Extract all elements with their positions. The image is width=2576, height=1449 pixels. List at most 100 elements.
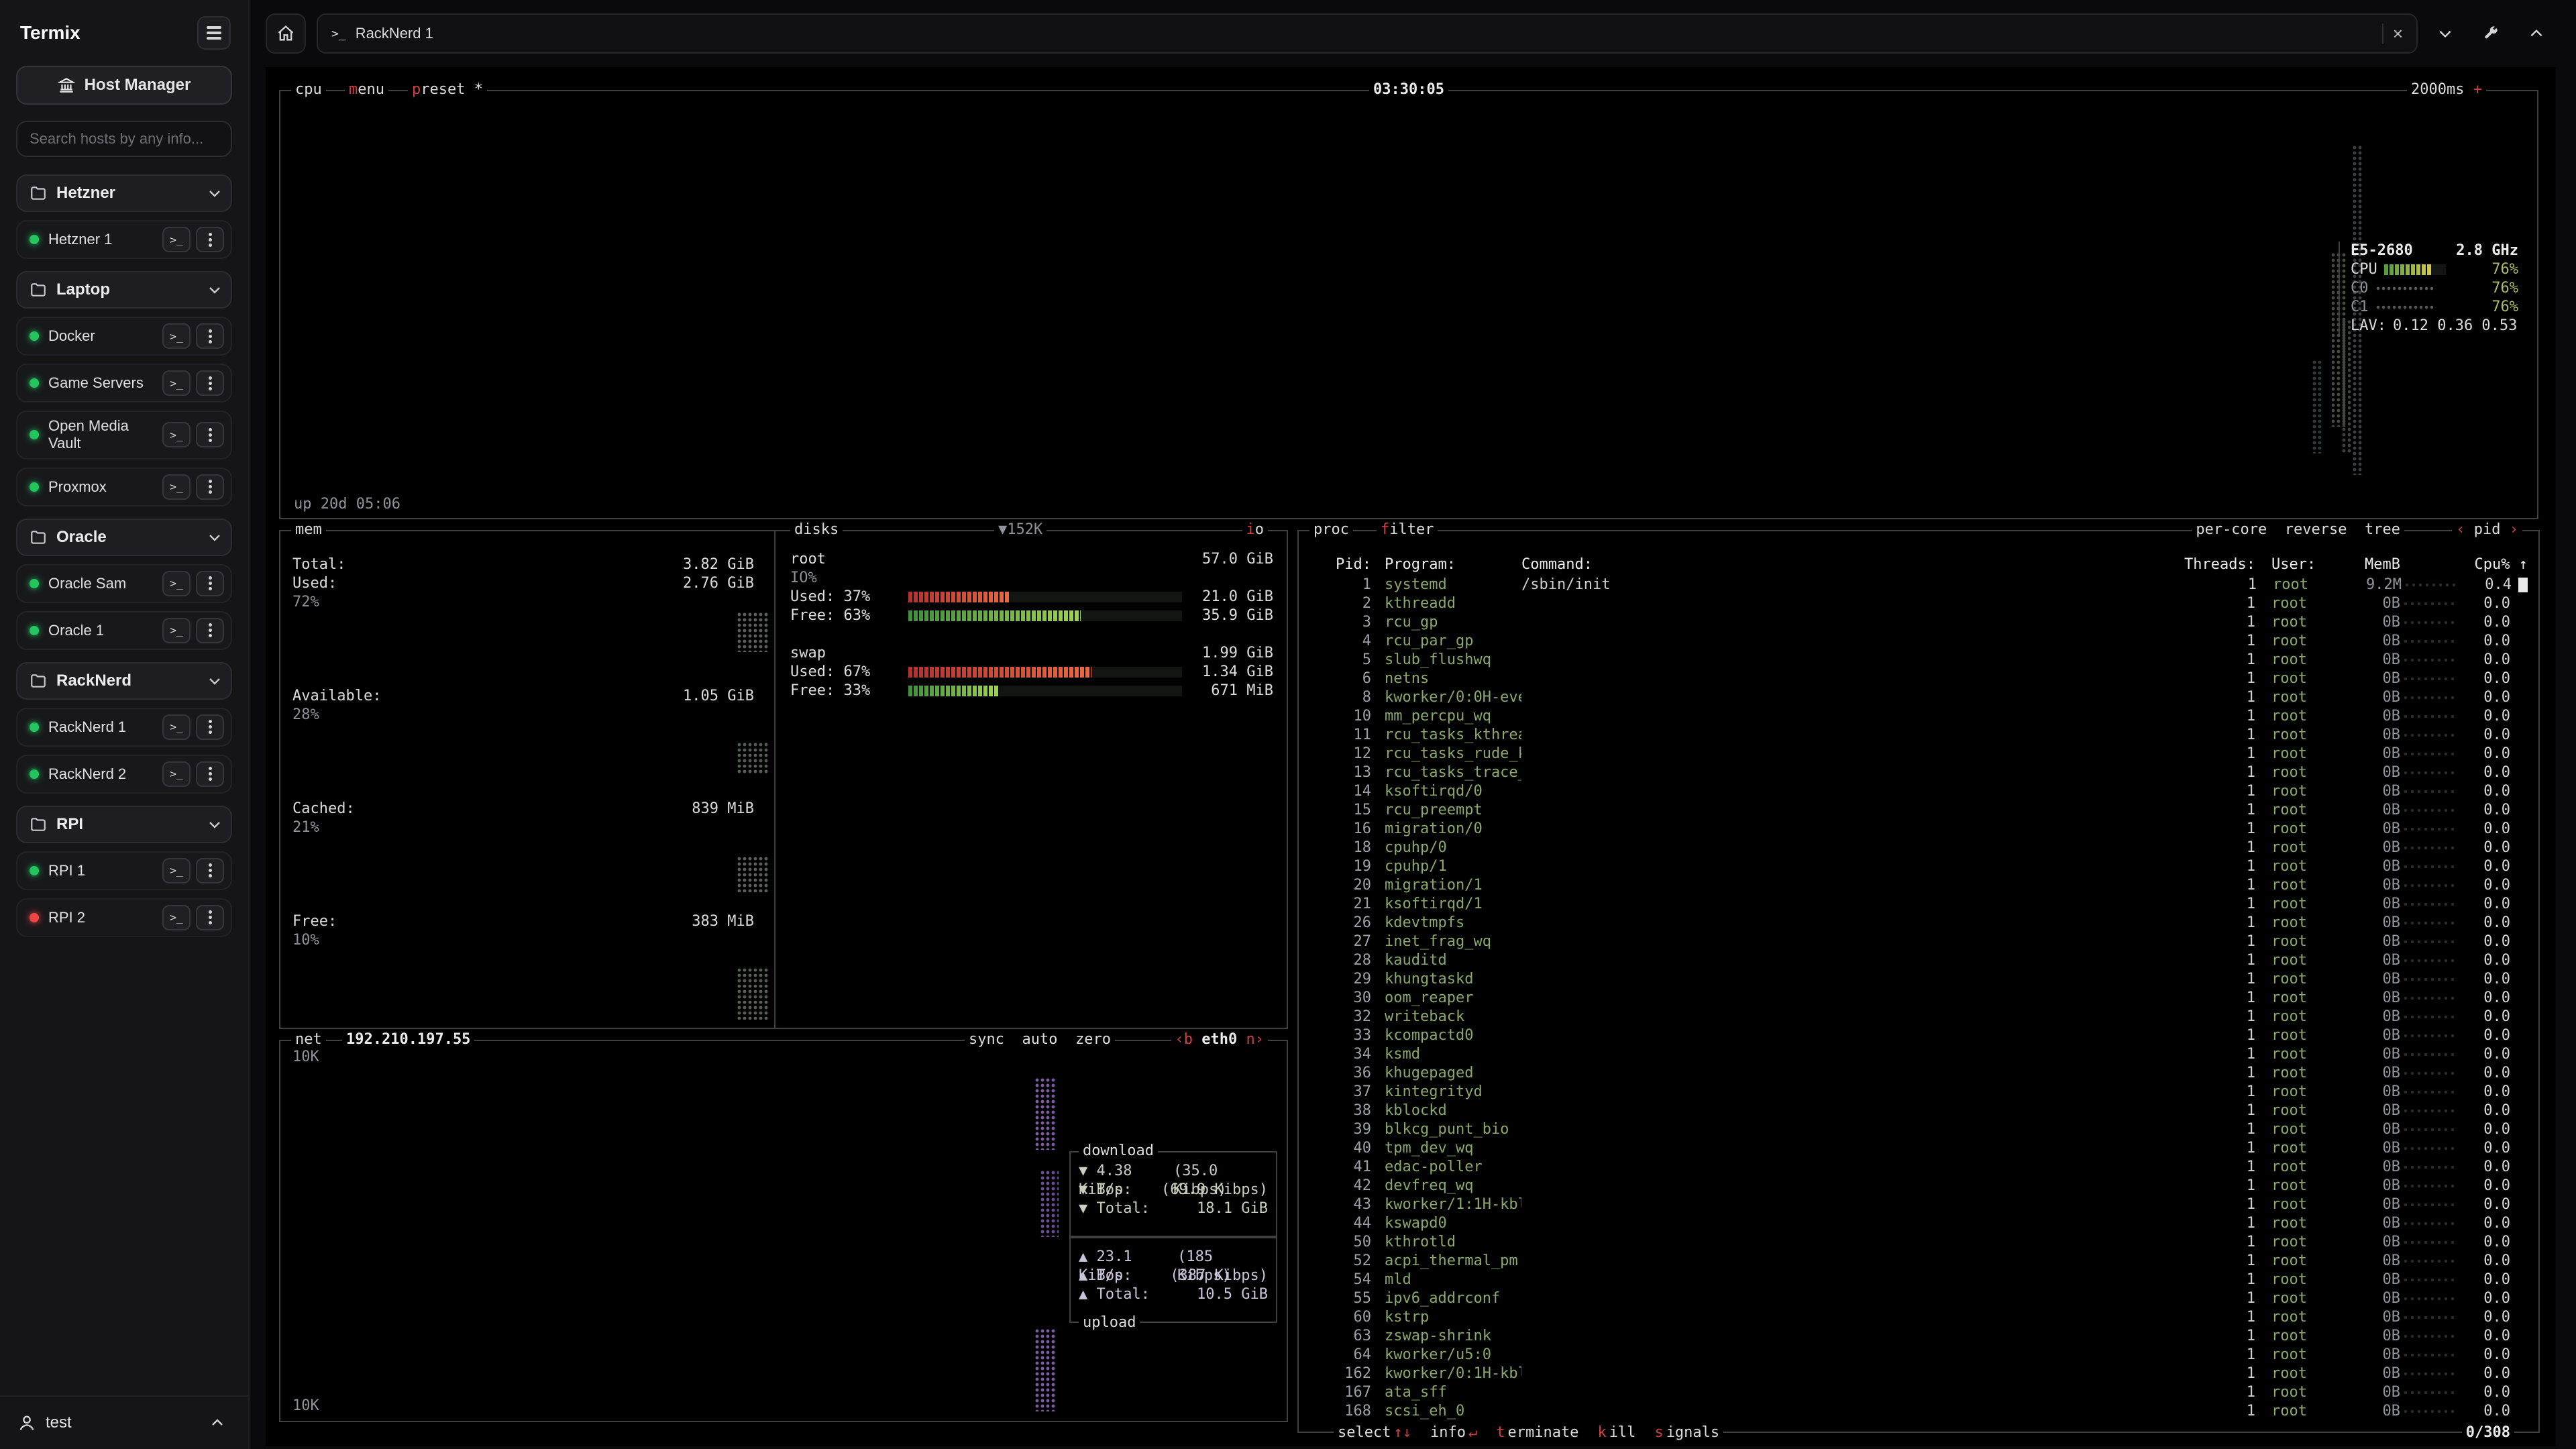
proc-row[interactable]: 6netns1root0B0.0 <box>1309 669 2528 688</box>
terminal[interactable]: cpu menu preset * 03:30:05 2000ms + E5-2… <box>266 67 2556 1446</box>
tree-button[interactable]: tree <box>2365 521 2400 538</box>
proc-row[interactable]: 39blkcg_punt_bio1root0B0.0 <box>1309 1120 2528 1139</box>
proc-row[interactable]: 43kworker/1:1H-kbl1root0B0.0 <box>1309 1195 2528 1214</box>
proc-row[interactable]: 38kblockd1root0B0.0 <box>1309 1102 2528 1120</box>
net-interface-selector[interactable]: ‹b eth0 n› <box>1171 1030 1268 1049</box>
host-terminal-button[interactable]: >_ <box>162 370 191 396</box>
proc-row[interactable]: 52acpi_thermal_pm1root0B0.0 <box>1309 1252 2528 1271</box>
proc-row[interactable]: 27inet_frag_wq1root0B0.0 <box>1309 932 2528 951</box>
interval-increase-button[interactable]: + <box>2473 81 2482 98</box>
proc-row[interactable]: 3rcu_gp1root0B0.0 <box>1309 613 2528 632</box>
proc-row[interactable]: 14ksoftirqd/01root0B0.0 <box>1309 782 2528 801</box>
user-menu[interactable]: test <box>17 1413 193 1432</box>
kill-hint[interactable]: kill <box>1597 1424 1635 1442</box>
host-terminal-button[interactable]: >_ <box>162 858 191 883</box>
proc-row[interactable]: 42devfreq_wq1root0B0.0 <box>1309 1177 2528 1195</box>
io-button[interactable]: io <box>1242 521 1269 539</box>
proc-row[interactable]: 32writeback1root0B0.0 <box>1309 1008 2528 1026</box>
proc-row[interactable]: 26kdevtmpfs1root0B0.0 <box>1309 914 2528 932</box>
host-manager-button[interactable]: Host Manager <box>16 66 232 105</box>
host-terminal-button[interactable]: >_ <box>162 714 191 740</box>
host-menu-button[interactable] <box>196 571 224 596</box>
menu-button[interactable]: menu <box>345 80 388 99</box>
proc-row[interactable]: 20migration/11root0B0.0 <box>1309 876 2528 895</box>
host-menu-button[interactable] <box>196 905 224 930</box>
host-terminal-button[interactable]: >_ <box>162 323 191 349</box>
col-cpu[interactable]: Cpu% ↑ <box>2459 555 2528 574</box>
proc-row[interactable]: 30oom_reaper1root0B0.0 <box>1309 989 2528 1008</box>
proc-row[interactable]: 4rcu_par_gp1root0B0.0 <box>1309 632 2528 651</box>
proc-row[interactable]: 36khugepaged1root0B0.0 <box>1309 1064 2528 1083</box>
proc-row[interactable]: 63zswap-shrink1root0B0.0 <box>1309 1327 2528 1346</box>
auto-button[interactable]: auto <box>1022 1031 1058 1048</box>
tab-racknerd-1[interactable]: >_ RackNerd 1 × <box>317 13 2418 54</box>
group-collapse-button[interactable] <box>207 816 223 833</box>
preset-button[interactable]: preset * <box>408 80 487 99</box>
filter-button[interactable]: filter <box>1377 521 1438 539</box>
group-header[interactable]: Hetzner <box>16 174 232 212</box>
proc-row[interactable]: 54mld1root0B0.0 <box>1309 1271 2528 1289</box>
per-core-button[interactable]: per-core <box>2196 521 2267 538</box>
tab-dropdown-button[interactable] <box>2428 17 2462 50</box>
signals-hint[interactable]: signals <box>1654 1424 1719 1442</box>
tools-button[interactable] <box>2474 17 2508 50</box>
proc-row[interactable]: 2kthreadd1root0B0.0 <box>1309 594 2528 613</box>
host-menu-button[interactable] <box>196 618 224 643</box>
host-menu-button[interactable] <box>196 474 224 500</box>
host-item[interactable]: RackNerd 1 >_ <box>16 708 232 747</box>
proc-row[interactable]: 18cpuhp/01root0B0.0 <box>1309 839 2528 857</box>
proc-row[interactable]: 16migration/01root0B0.0 <box>1309 820 2528 839</box>
zero-button[interactable]: zero <box>1075 1031 1111 1048</box>
proc-row[interactable]: 29khungtaskd1root0B0.0 <box>1309 970 2528 989</box>
proc-row[interactable]: 33kcompactd01root0B0.0 <box>1309 1026 2528 1045</box>
proc-row[interactable]: 40tpm_dev_wq1root0B0.0 <box>1309 1139 2528 1158</box>
proc-row[interactable]: 60kstrp1root0B0.0 <box>1309 1308 2528 1327</box>
host-item[interactable]: Docker >_ <box>16 317 232 356</box>
host-menu-button[interactable] <box>196 323 224 349</box>
user-menu-expand-button[interactable] <box>204 1409 231 1436</box>
col-threads[interactable]: Threads: <box>2180 555 2255 574</box>
proc-row[interactable]: 50kthrotld1root0B0.0 <box>1309 1233 2528 1252</box>
host-item[interactable]: RPI 1 >_ <box>16 851 232 890</box>
collapse-button[interactable] <box>2520 17 2553 50</box>
col-command[interactable]: Command: <box>1521 555 2180 574</box>
host-terminal-button[interactable]: >_ <box>162 422 191 447</box>
proc-row[interactable]: 168scsi_eh_01root0B0.0 <box>1309 1402 2528 1421</box>
terminate-hint[interactable]: terminate <box>1496 1424 1578 1442</box>
select-hint[interactable]: select↑↓ <box>1338 1424 1411 1442</box>
proc-row[interactable]: 1systemd/sbin/init1root9.2M0.4 <box>1309 576 2528 594</box>
group-header[interactable]: RackNerd <box>16 662 232 700</box>
proc-row[interactable]: 13rcu_tasks_trace_1root0B0.0 <box>1309 763 2528 782</box>
proc-row[interactable]: 162kworker/0:1H-kbl1root0B0.0 <box>1309 1364 2528 1383</box>
proc-row[interactable]: 15rcu_preempt1root0B0.0 <box>1309 801 2528 820</box>
sort-next-button[interactable]: › <box>2510 521 2518 538</box>
host-item[interactable]: Oracle Sam >_ <box>16 564 232 603</box>
group-header[interactable]: RPI <box>16 806 232 843</box>
sort-prev-button[interactable]: ‹ <box>2456 521 2465 538</box>
host-menu-button[interactable] <box>196 422 224 447</box>
proc-row[interactable]: 64kworker/u5:01root0B0.0 <box>1309 1346 2528 1364</box>
host-terminal-button[interactable]: >_ <box>162 227 191 252</box>
group-header[interactable]: Laptop <box>16 271 232 309</box>
search-input[interactable] <box>16 121 232 157</box>
col-user[interactable]: User: <box>2255 555 2330 574</box>
proc-row[interactable]: 34ksmd1root0B0.0 <box>1309 1045 2528 1064</box>
col-pid[interactable]: Pid: <box>1309 555 1371 574</box>
host-item[interactable]: RackNerd 2 >_ <box>16 755 232 794</box>
proc-row[interactable]: 21ksoftirqd/11root0B0.0 <box>1309 895 2528 914</box>
proc-row[interactable]: 37kintegrityd1root0B0.0 <box>1309 1083 2528 1102</box>
host-item[interactable]: Hetzner 1 >_ <box>16 220 232 259</box>
group-collapse-button[interactable] <box>207 673 223 689</box>
host-menu-button[interactable] <box>196 858 224 883</box>
host-menu-button[interactable] <box>196 761 224 787</box>
group-collapse-button[interactable] <box>207 529 223 545</box>
proc-row[interactable]: 44kswapd01root0B0.0 <box>1309 1214 2528 1233</box>
col-memb[interactable]: MemB <box>2330 555 2400 574</box>
proc-row[interactable]: 167ata_sff1root0B0.0 <box>1309 1383 2528 1402</box>
host-terminal-button[interactable]: >_ <box>162 571 191 596</box>
proc-row[interactable]: 12rcu_tasks_rude_k1root0B0.0 <box>1309 745 2528 763</box>
host-menu-button[interactable] <box>196 370 224 396</box>
sidebar-menu-button[interactable] <box>197 16 231 50</box>
col-program[interactable]: Program: <box>1371 555 1521 574</box>
update-interval[interactable]: 2000ms + <box>2407 80 2486 99</box>
